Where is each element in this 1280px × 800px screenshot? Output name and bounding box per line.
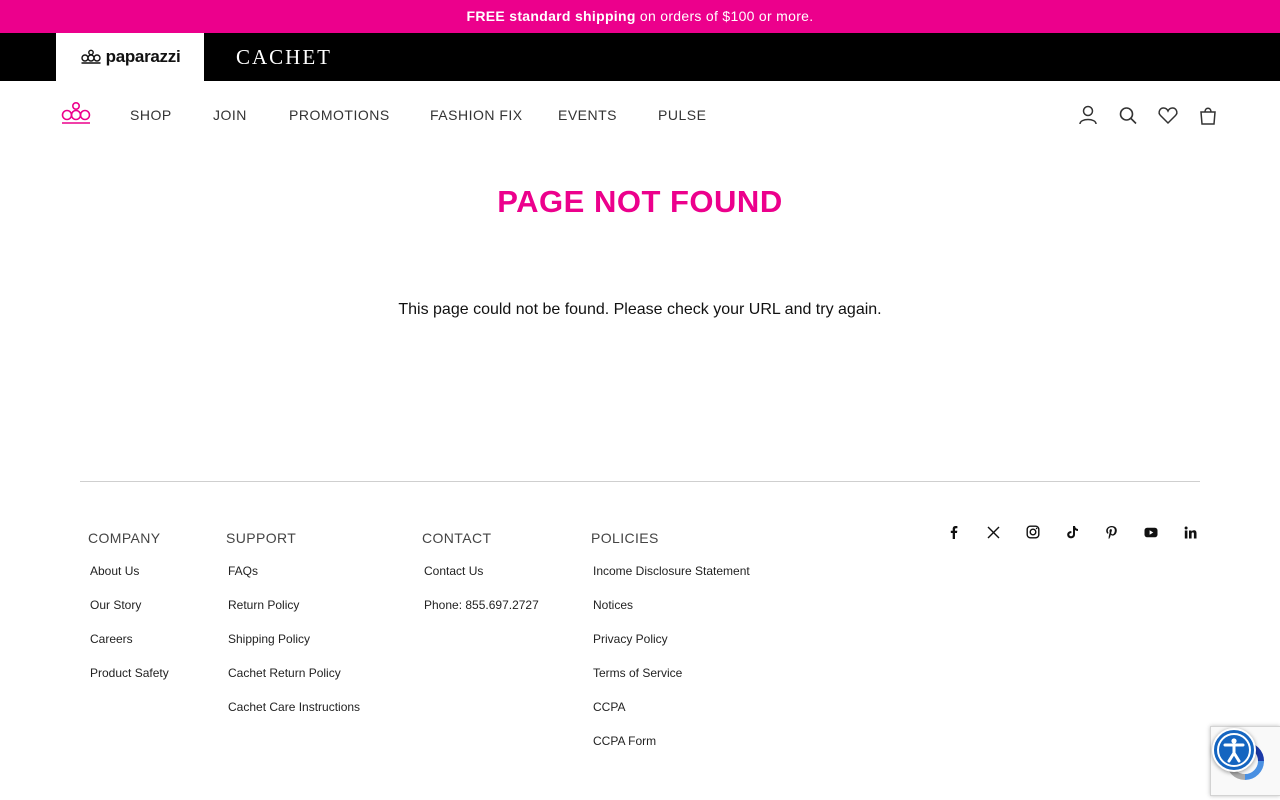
footer-column-policies: POLICIES Income Disclosure Statement Not…	[591, 530, 750, 768]
x-icon[interactable]	[985, 524, 1001, 540]
promo-banner: FREE standard shipping on orders of $100…	[0, 0, 1280, 33]
footer-link-our-story[interactable]: Our Story	[90, 598, 169, 632]
footer-heading: SUPPORT	[226, 530, 297, 546]
footer-link-ccpa[interactable]: CCPA	[593, 700, 750, 734]
linkedin-icon[interactable]	[1182, 524, 1198, 540]
nav-item-shop[interactable]: SHOP	[130, 107, 172, 123]
account-icon[interactable]	[1077, 104, 1099, 126]
crown-logo-icon	[80, 49, 101, 64]
facebook-icon[interactable]	[946, 524, 962, 540]
footer-link-notices[interactable]: Notices	[593, 598, 750, 632]
footer-heading: COMPANY	[88, 530, 161, 546]
nav-item-fashion-fix[interactable]: FASHION FIX	[430, 107, 523, 123]
footer-link-about-us[interactable]: About Us	[90, 564, 169, 598]
search-icon[interactable]	[1117, 104, 1139, 126]
pinterest-icon[interactable]	[1103, 524, 1119, 540]
tiktok-icon[interactable]	[1064, 524, 1080, 540]
footer-link-privacy-policy[interactable]: Privacy Policy	[593, 632, 750, 666]
nav-item-pulse[interactable]: PULSE	[658, 107, 706, 123]
footer-link-terms-of-service[interactable]: Terms of Service	[593, 666, 750, 700]
footer-link-ccpa-form[interactable]: CCPA Form	[593, 734, 750, 768]
wishlist-heart-icon[interactable]	[1157, 104, 1179, 126]
footer-link-contact-us[interactable]: Contact Us	[424, 564, 539, 598]
page-title: PAGE NOT FOUND	[497, 184, 783, 219]
promo-bold-text: FREE standard shipping	[466, 8, 636, 24]
footer-column-company: COMPANY About Us Our Story Careers Produ…	[88, 530, 169, 700]
footer-link-cachet-return-policy[interactable]: Cachet Return Policy	[228, 666, 360, 700]
nav-item-join[interactable]: JOIN	[213, 107, 247, 123]
brand-cachet-label: CACHET	[236, 44, 332, 69]
promo-text: on orders of $100 or more.	[635, 8, 814, 24]
youtube-icon[interactable]	[1143, 524, 1159, 540]
nav-item-promotions[interactable]: PROMOTIONS	[289, 107, 390, 123]
accessibility-icon	[1217, 733, 1251, 767]
footer-link-income-disclosure[interactable]: Income Disclosure Statement	[593, 564, 750, 598]
footer-link-shipping-policy[interactable]: Shipping Policy	[228, 632, 360, 666]
footer-heading: POLICIES	[591, 530, 659, 546]
crown-logo-icon[interactable]	[60, 100, 92, 126]
footer-column-support: SUPPORT FAQs Return Policy Shipping Poli…	[226, 530, 360, 734]
footer-heading: CONTACT	[422, 530, 492, 546]
brand-bar: paparazzi CACHET	[0, 33, 1280, 81]
nav-item-events[interactable]: EVENTS	[558, 107, 617, 123]
footer-column-contact: CONTACT Contact Us Phone: 855.697.2727	[422, 530, 539, 632]
footer-link-cachet-care-instructions[interactable]: Cachet Care Instructions	[228, 700, 360, 734]
not-found-message: This page could not be found. Please che…	[398, 301, 882, 318]
accessibility-button[interactable]	[1212, 728, 1256, 772]
footer-divider	[80, 481, 1200, 482]
brand-tab-cachet[interactable]: CACHET	[210, 33, 358, 81]
footer-link-careers[interactable]: Careers	[90, 632, 169, 666]
footer-link-return-policy[interactable]: Return Policy	[228, 598, 360, 632]
footer-link-phone[interactable]: Phone: 855.697.2727	[424, 598, 539, 632]
instagram-icon[interactable]	[1025, 524, 1041, 540]
footer-link-faqs[interactable]: FAQs	[228, 564, 360, 598]
shopping-bag-icon[interactable]	[1197, 104, 1219, 126]
brand-paparazzi-label: paparazzi	[105, 47, 181, 66]
footer-link-product-safety[interactable]: Product Safety	[90, 666, 169, 700]
main-nav: SHOP JOIN PROMOTIONS FASHION FIX EVENTS …	[0, 81, 1280, 151]
brand-tab-paparazzi[interactable]: paparazzi	[56, 33, 204, 81]
